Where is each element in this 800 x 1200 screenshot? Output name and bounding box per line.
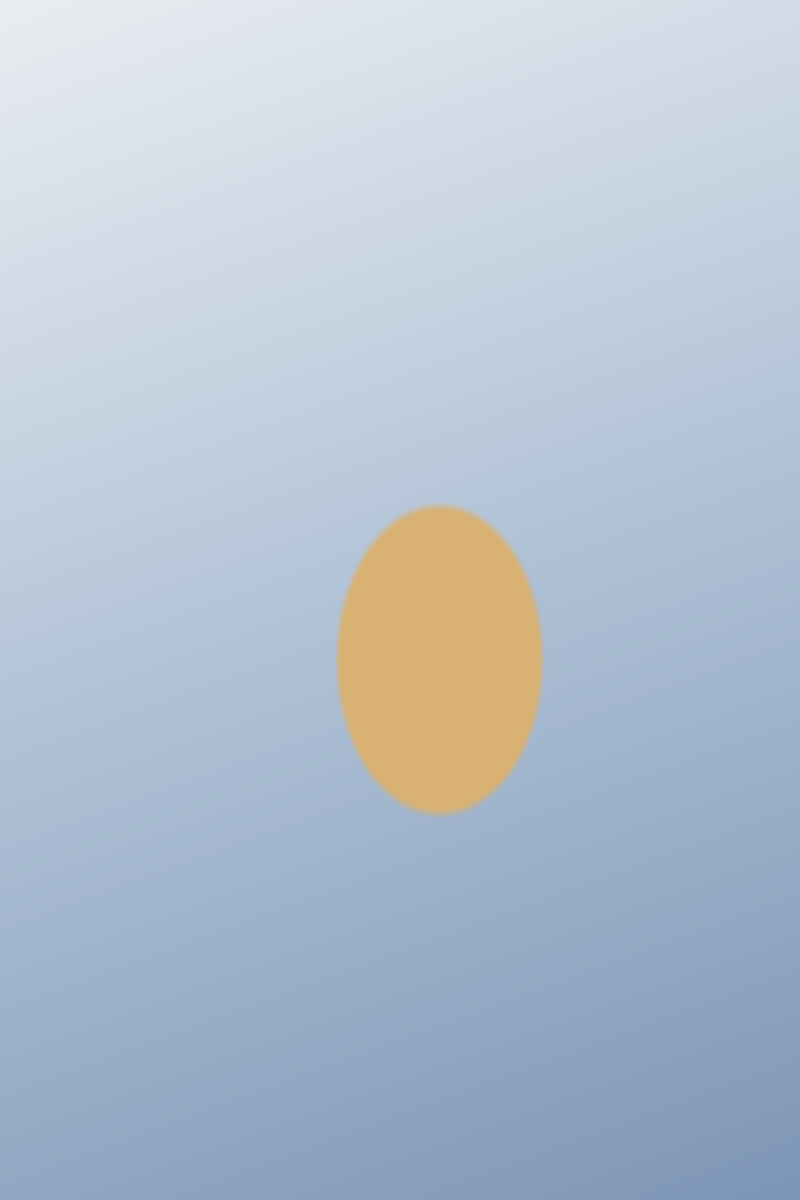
list-item-thumbnail	[0, 0, 800, 1200]
sidebar: Instagram Follow Us f Followers	[0, 0, 800, 1200]
news-feed-widget: News feed JAN 06 2017 Lorem ipsum dolor …	[0, 0, 800, 1200]
list-item[interactable]: JAN 06 2017 Lorem ipsum dolor amet conse…	[0, 0, 800, 1200]
